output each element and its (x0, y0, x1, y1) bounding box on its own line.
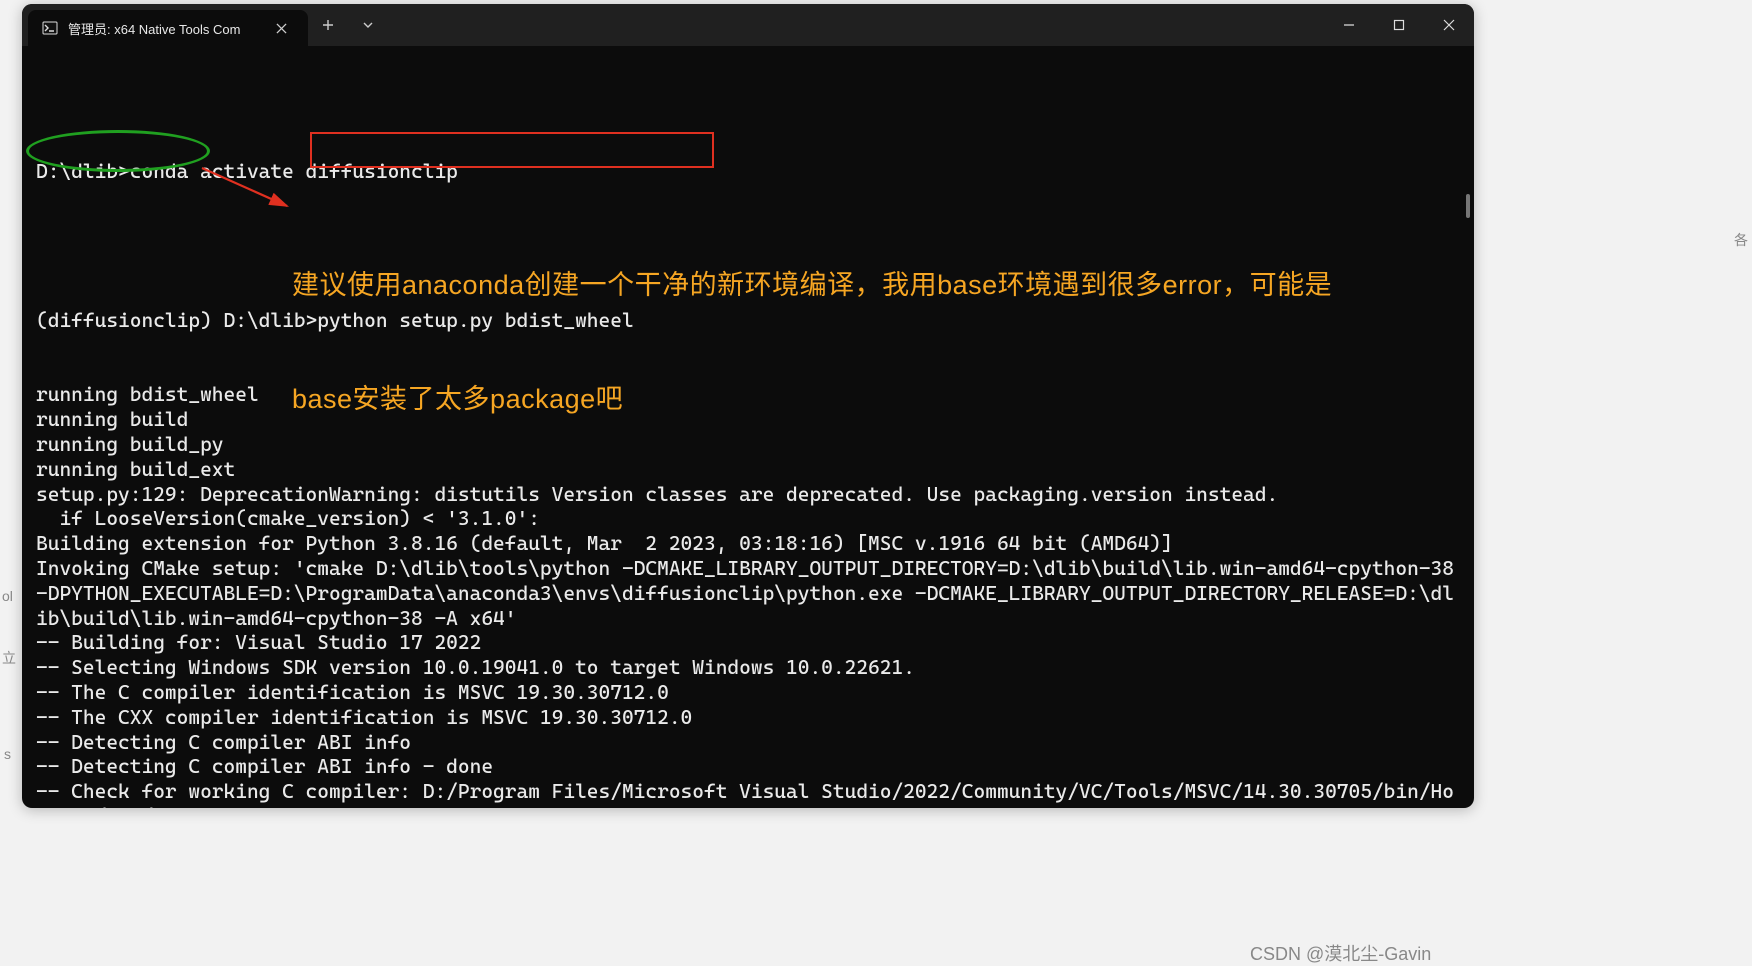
prompt-path: D:\dlib> (36, 159, 130, 183)
terminal-line: running build_ext (36, 457, 1460, 482)
terminal-line: running bdist_wheel (36, 382, 1460, 407)
new-tab-button[interactable] (308, 4, 348, 46)
tab-close-button[interactable] (268, 15, 294, 41)
terminal-body[interactable]: D:\dlib>conda activate diffusionclip (di… (22, 46, 1474, 808)
terminal-line: running build (36, 407, 1460, 432)
terminal-line: -- Detecting C compiler ABI info - done (36, 754, 1460, 779)
title-bar-drag-area[interactable] (388, 4, 1324, 46)
terminal-window: 管理员: x64 Native Tools Com (22, 4, 1474, 808)
tab-active[interactable]: 管理员: x64 Native Tools Com (28, 10, 308, 46)
watermark: CSDN @漠北尘-Gavin (1250, 940, 1431, 966)
bg-text: 各 (1734, 230, 1748, 250)
bg-text: 立 (2, 648, 16, 668)
terminal-line (36, 234, 1460, 259)
terminal-line: -- The C compiler identification is MSVC… (36, 680, 1460, 705)
command-text: conda activate diffusionclip (130, 159, 458, 183)
terminal-line: -- Check for working C compiler: D:/Prog… (36, 779, 1460, 808)
terminal-line: D:\dlib>conda activate diffusionclip (36, 159, 1460, 184)
conda-env: (diffusionclip) (36, 308, 212, 332)
terminal-line: (diffusionclip) D:\dlib>python setup.py … (36, 308, 1460, 333)
terminal-output: running bdist_wheelrunning buildrunning … (36, 382, 1460, 808)
bg-text: ol (2, 588, 13, 604)
tab-title: 管理员: x64 Native Tools Com (68, 19, 258, 38)
terminal-line: -- The CXX compiler identification is MS… (36, 705, 1460, 730)
tab-dropdown-button[interactable] (348, 4, 388, 46)
terminal-line: Invoking CMake setup: 'cmake D:\dlib\too… (36, 556, 1460, 630)
bg-text: s (4, 746, 11, 762)
window-maximize-button[interactable] (1374, 4, 1424, 46)
title-bar[interactable]: 管理员: x64 Native Tools Com (22, 4, 1474, 46)
annotation-line: 建议使用anaconda创建一个干净的新环境编译，我用base环境遇到很多err… (292, 266, 1464, 304)
terminal-icon (42, 20, 58, 36)
window-minimize-button[interactable] (1324, 4, 1374, 46)
terminal-line: setup.py:129: DeprecationWarning: distut… (36, 482, 1460, 507)
scrollbar-thumb[interactable] (1466, 194, 1470, 218)
terminal-line: -- Selecting Windows SDK version 10.0.19… (36, 655, 1460, 680)
terminal-line: if LooseVersion(cmake_version) < '3.1.0'… (36, 506, 1460, 531)
command-text: python setup.py bdist_wheel (317, 308, 633, 332)
terminal-line: -- Detecting C compiler ABI info (36, 730, 1460, 755)
prompt-path: D:\dlib> (212, 308, 317, 332)
terminal-line: Building extension for Python 3.8.16 (de… (36, 531, 1460, 556)
terminal-line: -- Building for: Visual Studio 17 2022 (36, 630, 1460, 655)
window-close-button[interactable] (1424, 4, 1474, 46)
terminal-line: running build_py (36, 432, 1460, 457)
